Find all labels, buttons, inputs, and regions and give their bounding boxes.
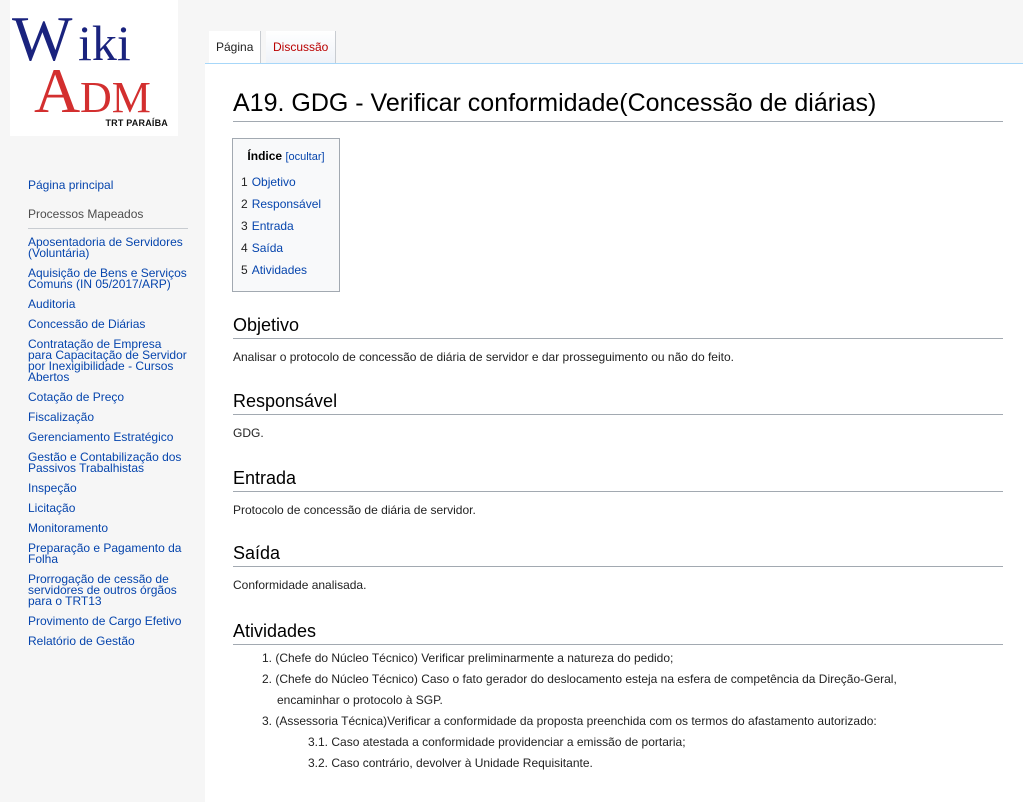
sidebar-item-contratacao[interactable]: Contratação de Empresa para Capacitação … — [28, 335, 188, 388]
section-heading-atividades: Atividades — [233, 620, 1003, 645]
sidebar-item-monitoramento[interactable]: Monitoramento — [28, 519, 188, 539]
sidebar-item-gerenciamento[interactable]: Gerenciamento Estratégico — [28, 428, 188, 448]
sidebar-item-concessao-diarias[interactable]: Concessão de Diárias — [28, 315, 188, 335]
sidebar-item-auditoria[interactable]: Auditoria — [28, 295, 188, 315]
logo-tagline: TRT PARAÍBA — [105, 118, 168, 128]
site-logo[interactable]: W iki A DM TRT PARAÍBA — [10, 0, 178, 136]
sidebar-item-folha[interactable]: Preparação e Pagamento da Folha — [28, 539, 188, 570]
sidebar-item-aposentadoria[interactable]: Aposentadoria de Servidores (Voluntária) — [28, 233, 188, 264]
section-heading-responsavel: Responsável — [233, 390, 1003, 415]
svg-text:DM: DM — [80, 73, 151, 122]
toc-item-saida[interactable]: 4 Saída — [241, 237, 331, 259]
sidebar: W iki A DM TRT PARAÍBA Página principal … — [0, 0, 205, 802]
sidebar-item-provimento[interactable]: Provimento de Cargo Efetivo — [28, 612, 188, 632]
section-text-responsavel: GDG. — [233, 426, 264, 440]
toc-item-objetivo[interactable]: 1 Objetivo — [241, 171, 331, 193]
table-of-contents: Índice [ocultar] 1 Objetivo 2 Responsável … — [232, 138, 340, 292]
sidebar-item-main-page[interactable]: Página principal — [28, 178, 188, 193]
article-content: A19. GDG - Verificar conformidade(Conces… — [205, 63, 1023, 802]
section-heading-objetivo: Objetivo — [233, 314, 1003, 339]
list-item: 3. (Assessoria Técnica)Verificar a confo… — [262, 714, 877, 728]
list-subitem: 3.2. Caso contrário, devolver à Unidade … — [308, 756, 593, 770]
list-subitem: 3.1. Caso atestada a conformidade provid… — [308, 735, 686, 749]
svg-text:iki: iki — [78, 15, 131, 71]
toc-item-responsavel[interactable]: 2 Responsável — [241, 193, 331, 215]
page-title: A19. GDG - Verificar conformidade(Conces… — [233, 88, 1003, 122]
section-text-objetivo: Analisar o protocolo de concessão de diá… — [233, 350, 734, 364]
sidebar-item-licitacao[interactable]: Licitação — [28, 499, 188, 519]
sidebar-process-list: Aposentadoria de Servidores (Voluntária)… — [28, 233, 188, 652]
sidebar-item-gestao-passivos[interactable]: Gestão e Contabilização dos Passivos Tra… — [28, 448, 188, 479]
list-item: 1. (Chefe do Núcleo Técnico) Verificar p… — [262, 651, 674, 665]
sidebar-item-aquisicao[interactable]: Aquisição de Bens e Serviços Comuns (IN … — [28, 264, 188, 295]
tab-page[interactable]: Página — [209, 31, 262, 64]
sidebar-item-fiscalizacao[interactable]: Fiscalização — [28, 408, 188, 428]
sidebar-item-relatorio[interactable]: Relatório de Gestão — [28, 632, 188, 652]
list-item-text: 2. (Chefe do Núcleo Técnico) Caso o fato… — [262, 672, 897, 686]
toc-item-atividades[interactable]: 5 Atividades — [241, 259, 331, 281]
list-item-continuation: encaminhar o protocolo à SGP. — [277, 693, 443, 707]
sidebar-nav: Página principal Processos Mapeados Apos… — [28, 178, 188, 652]
section-text-entrada: Protocolo de concessão de diária de serv… — [233, 503, 476, 517]
sidebar-item-inspecao[interactable]: Inspeção — [28, 479, 188, 499]
atividades-list: 1. (Chefe do Núcleo Técnico) Verificar p… — [233, 648, 1003, 774]
sidebar-item-prorrogacao[interactable]: Prorrogação de cessão de servidores de o… — [28, 570, 188, 612]
tab-discussion[interactable]: Discussão — [266, 31, 337, 64]
toc-list: 1 Objetivo 2 Responsável 3 Entrada 4 Saída 5… — [241, 171, 331, 281]
svg-text:A: A — [34, 55, 80, 126]
sidebar-item-cotacao[interactable]: Cotação de Preço — [28, 388, 188, 408]
section-heading-saida: Saída — [233, 542, 1003, 567]
section-heading-entrada: Entrada — [233, 467, 1003, 492]
toc-heading: Índice — [247, 149, 283, 163]
sidebar-section-heading: Processos Mapeados — [28, 207, 188, 229]
list-item: 2. (Chefe do Núcleo Técnico) Caso o fato… — [233, 669, 1003, 711]
section-text-saida: Conformidade analisada. — [233, 578, 367, 592]
toc-item-entrada[interactable]: 3 Entrada — [241, 215, 331, 237]
toc-toggle-link[interactable]: [ocultar] — [285, 151, 324, 163]
toc-header: Índice [ocultar] — [241, 149, 331, 163]
wiki-adm-logo-icon: W iki A DM — [12, 3, 151, 126]
